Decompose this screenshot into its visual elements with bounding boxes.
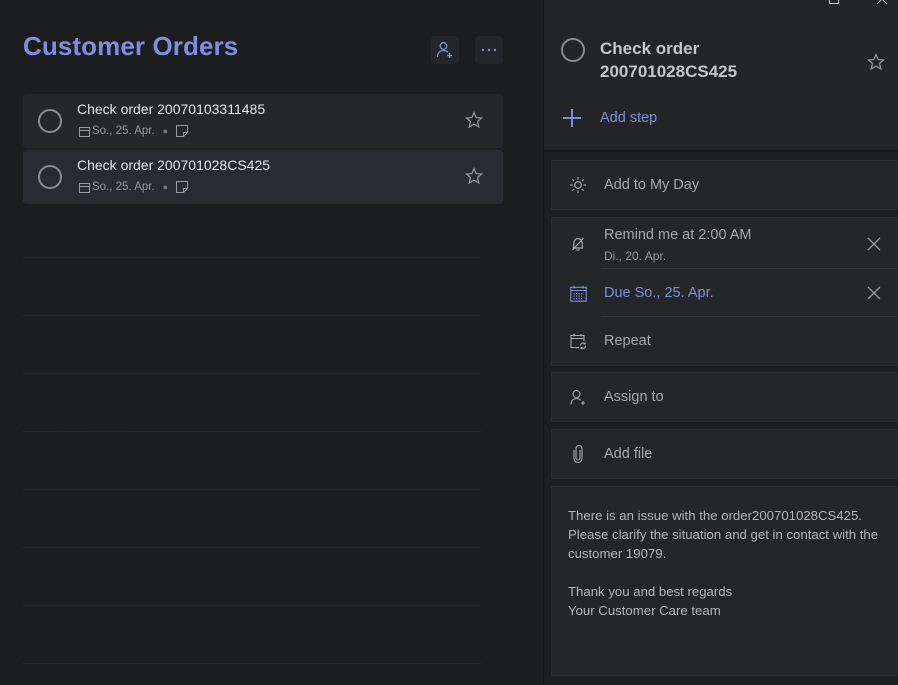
repeat-row[interactable]: Repeat	[552, 317, 896, 365]
detail-complete-checkbox[interactable]	[561, 38, 585, 62]
task-due-date: So., 25. Apr.	[92, 181, 155, 193]
ellipsis-icon	[481, 48, 497, 52]
task-item-selected[interactable]: Check order 200701028CS425 So., 25. Apr.…	[23, 150, 503, 204]
detail-title-line: 200701028CS425	[600, 62, 738, 81]
my-day-card: Add to My Day	[551, 160, 897, 210]
task-detail-pane: Check order 200701028CS425 Add step Add …	[543, 0, 898, 685]
empty-row-divider	[23, 489, 482, 490]
task-title: Check order 20070103311485	[77, 101, 266, 117]
task-title: Check order 200701028CS425	[77, 157, 271, 173]
star-icon[interactable]	[465, 167, 483, 185]
calendar-repeat-icon	[569, 332, 587, 350]
add-file-button[interactable]: Add file	[552, 430, 896, 478]
more-options-button[interactable]	[475, 36, 503, 64]
dates-card: Remind me at 2:00 AM Di., 20. Apr. Due S…	[551, 217, 897, 366]
add-file-card: Add file	[551, 429, 897, 479]
due-date-label: Due So., 25. Apr.	[604, 285, 714, 301]
assign-card: Assign to	[551, 372, 897, 422]
empty-row-divider	[23, 663, 482, 664]
task-list: Check order 20070103311485 So., 25. Apr.…	[23, 94, 503, 206]
add-file-label: Add file	[604, 446, 653, 462]
complete-checkbox[interactable]	[38, 165, 62, 189]
star-icon[interactable]	[867, 53, 885, 71]
empty-row-divider	[23, 373, 482, 374]
task-due-date: So., 25. Apr.	[92, 125, 155, 137]
add-to-my-day-button[interactable]: Add to My Day	[552, 161, 896, 209]
bell-off-icon	[569, 235, 587, 253]
close-window-icon[interactable]	[876, 0, 888, 5]
task-item[interactable]: Check order 20070103311485 So., 25. Apr.…	[23, 94, 503, 148]
detail-header: Check order 200701028CS425 Add step	[544, 0, 898, 152]
remove-reminder-icon[interactable]	[866, 236, 882, 252]
add-step-button[interactable]: Add step	[562, 108, 657, 128]
repeat-label: Repeat	[604, 333, 651, 349]
assign-to-label: Assign to	[604, 389, 664, 405]
star-icon[interactable]	[465, 111, 483, 129]
task-meta: So., 25. Apr. ●	[79, 125, 189, 137]
list-title: Customer Orders	[23, 31, 239, 61]
reminder-date: Di., 20. Apr.	[604, 249, 667, 263]
empty-row-divider	[23, 315, 482, 316]
task-meta: So., 25. Apr. ●	[79, 181, 189, 193]
add-to-my-day-label: Add to My Day	[604, 177, 700, 193]
calendar-grid-icon	[569, 284, 587, 302]
empty-row-divider	[23, 605, 482, 606]
share-list-button[interactable]	[431, 36, 459, 64]
empty-row-divider	[23, 431, 482, 432]
note-textarea[interactable]: There is an issue with the order20070102…	[551, 486, 897, 676]
complete-checkbox[interactable]	[38, 109, 62, 133]
reminder-label: Remind me at 2:00 AM	[604, 227, 752, 243]
detail-title-line: Check order	[600, 39, 700, 58]
plus-icon	[562, 108, 582, 128]
maximize-button[interactable]	[829, 0, 839, 4]
detail-title[interactable]: Check order 200701028CS425	[600, 37, 800, 83]
assign-to-button[interactable]: Assign to	[552, 373, 896, 421]
separator-dot: ●	[162, 182, 169, 192]
due-date-row[interactable]: Due So., 25. Apr.	[552, 269, 896, 317]
person-add-icon	[436, 42, 452, 58]
separator-dot: ●	[162, 126, 169, 136]
note-icon	[176, 181, 189, 193]
paperclip-icon	[569, 445, 587, 463]
calendar-icon	[79, 182, 90, 193]
calendar-icon	[79, 126, 90, 137]
remove-due-date-icon[interactable]	[866, 285, 882, 301]
task-list-pane: Customer Orders Check order 200701033114…	[0, 0, 543, 685]
add-step-label: Add step	[600, 110, 658, 126]
empty-row-divider	[23, 547, 482, 548]
sun-icon	[569, 176, 587, 194]
person-add-icon	[569, 388, 587, 406]
empty-row-divider	[23, 257, 482, 258]
note-icon	[176, 125, 189, 137]
reminder-row[interactable]: Remind me at 2:00 AM Di., 20. Apr.	[552, 218, 896, 269]
